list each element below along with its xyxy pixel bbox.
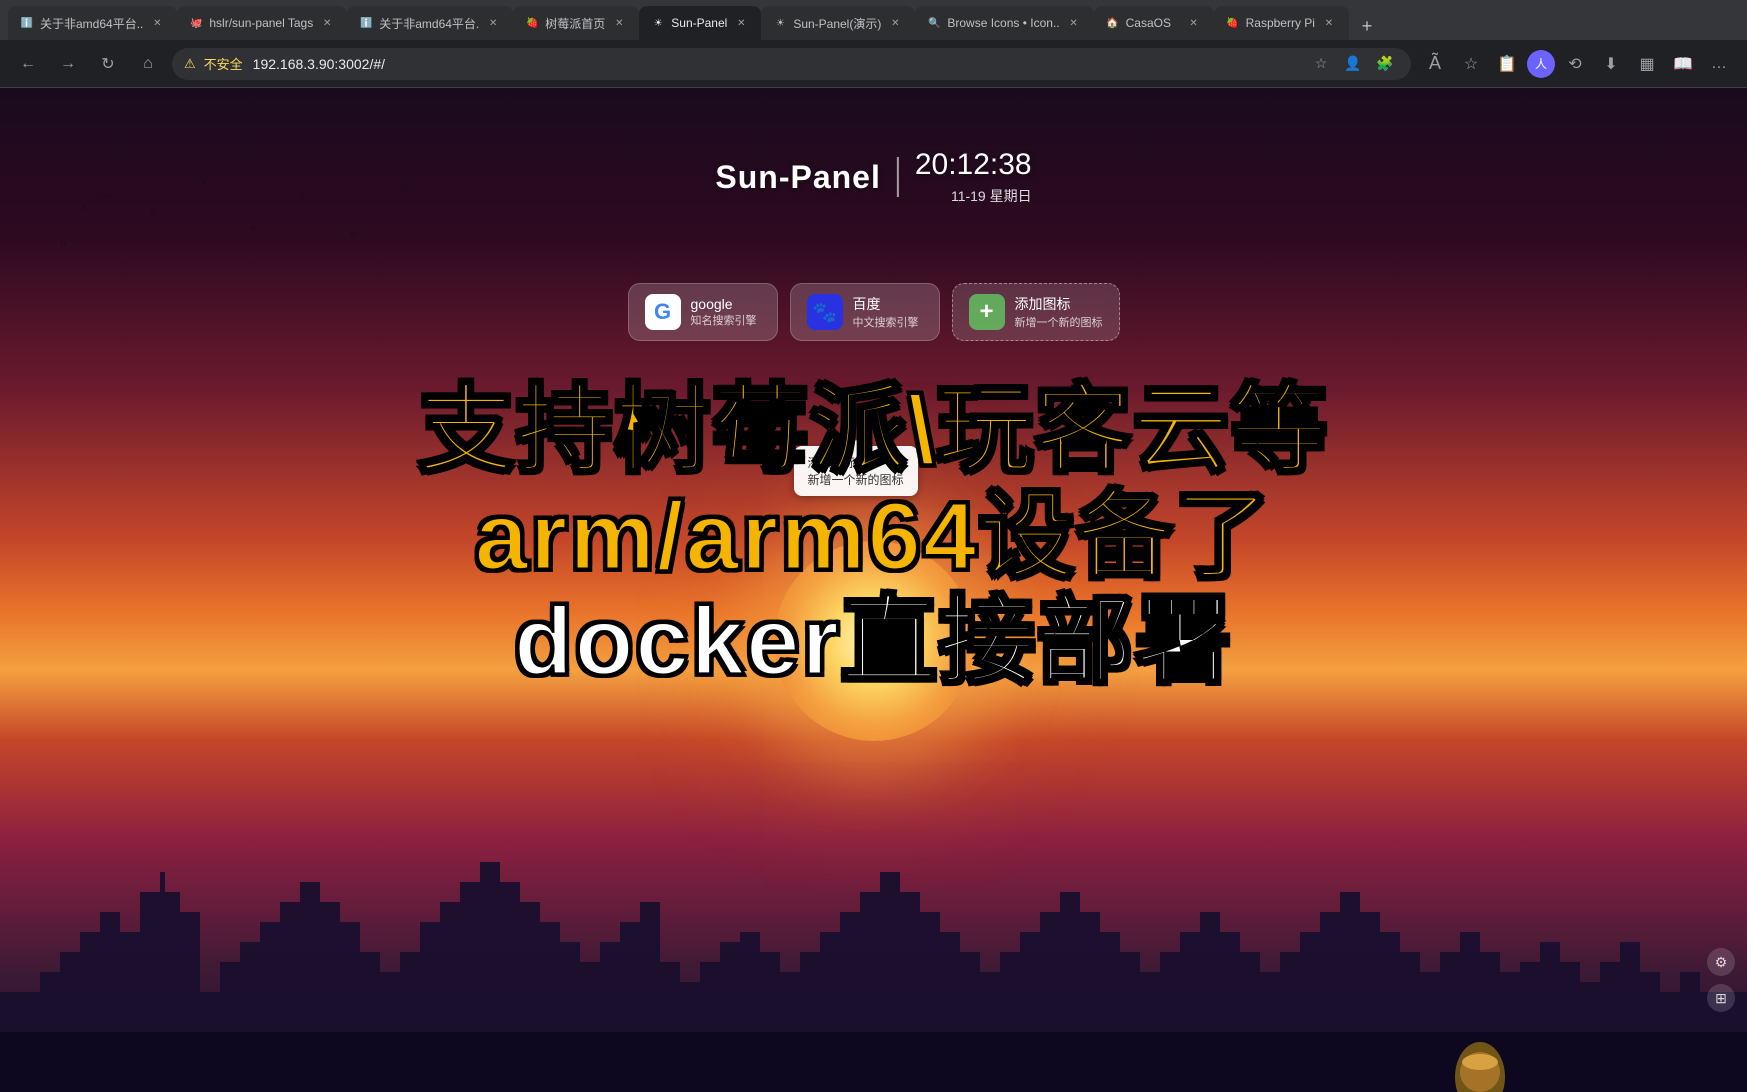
panel-time-block: 20:12:38 11-19 星期日	[915, 148, 1032, 206]
bookmark-star-icon[interactable]: ☆	[1307, 50, 1335, 78]
tab-6-label: Sun-Panel(演示)	[793, 15, 881, 32]
tab-3-label: 关于非amd64平台.	[379, 15, 479, 32]
app-card-add[interactable]: + 添加图标 新增一个新的图标	[952, 283, 1120, 341]
tab-5-favicon: ☀	[651, 16, 665, 30]
baidu-name: 百度	[853, 294, 919, 314]
tab-4[interactable]: 🍓 树莓派首页 ✕	[513, 6, 639, 40]
browser-frame: ℹ️ 关于非amd64平台.. ✕ 🐙 hslr/sun-panel Tags …	[0, 0, 1747, 1092]
baidu-paw-icon: 🐾	[812, 300, 837, 325]
tab-6-close[interactable]: ✕	[887, 15, 903, 31]
grid-icon[interactable]: ⊞	[1707, 984, 1735, 1012]
tab-8-favicon: 🏠	[1106, 16, 1120, 30]
overlay-line1: 支持树莓派\玩客云等	[40, 378, 1707, 484]
tab-9[interactable]: 🍓 Raspberry Pi ✕	[1214, 6, 1349, 40]
download-icon[interactable]: ⬇	[1595, 48, 1627, 80]
browser-content: 〜 ∪ ∧ ∪ ∧ ∧ ∪ ∧ ∪ ∧ Sun-Panel 20:12:38 1…	[0, 88, 1747, 1092]
reading-mode-icon[interactable]: 📖	[1667, 48, 1699, 80]
tab-2-label: hslr/sun-panel Tags	[209, 16, 313, 30]
panel-header: Sun-Panel 20:12:38 11-19 星期日	[715, 148, 1031, 206]
tab-8[interactable]: 🏠 CasaOS ✕	[1094, 6, 1214, 40]
tab-1-close[interactable]: ✕	[149, 15, 165, 31]
tab-2-close[interactable]: ✕	[319, 15, 335, 31]
app-card-baidu[interactable]: 🐾 百度 中文搜索引擎	[790, 283, 940, 341]
address-input-wrap[interactable]: ⚠ 不安全 192.168.3.90:3002/#/ ☆ 👤 🧩	[172, 48, 1411, 80]
tab-6[interactable]: ☀ Sun-Panel(演示) ✕	[761, 6, 915, 40]
tab-2-favicon: 🐙	[189, 16, 203, 30]
favorites-icon[interactable]: ☆	[1455, 48, 1487, 80]
app-icons-row: G google 知名搜索引擎 🐾 百度 中文搜索引擎	[628, 283, 1120, 341]
tab-7-label: Browse Icons • Icon..	[947, 16, 1059, 30]
tab-1-label: 关于非amd64平台..	[40, 15, 143, 32]
tab-5-active[interactable]: ☀ Sun-Panel ✕	[639, 6, 761, 40]
cityscape-silhouette	[0, 812, 1747, 1092]
forward-button[interactable]: →	[52, 48, 84, 80]
reload-button[interactable]: ↻	[92, 48, 124, 80]
tab-4-label: 树莓派首页	[545, 15, 605, 32]
collections-icon[interactable]: 📋	[1491, 48, 1523, 80]
address-right-icons: ☆ 👤 🧩	[1307, 50, 1399, 78]
google-desc: 知名搜索引擎	[691, 312, 757, 328]
tab-8-close[interactable]: ✕	[1186, 15, 1202, 31]
new-tab-button[interactable]: +	[1353, 12, 1381, 40]
settings-more-icon[interactable]: …	[1703, 48, 1735, 80]
baidu-info: 百度 中文搜索引擎	[853, 294, 919, 330]
settings-icon[interactable]: ⚙	[1707, 948, 1735, 976]
tab-5-close[interactable]: ✕	[733, 15, 749, 31]
tab-2[interactable]: 🐙 hslr/sun-panel Tags ✕	[177, 6, 347, 40]
security-warning-icon: ⚠	[184, 56, 196, 72]
panel-title: Sun-Panel	[715, 159, 880, 196]
history-icon[interactable]: ⟲	[1559, 48, 1591, 80]
tab-5-label: Sun-Panel	[671, 16, 727, 30]
tab-bar: ℹ️ 关于非amd64平台.. ✕ 🐙 hslr/sun-panel Tags …	[0, 0, 1747, 40]
tab-4-favicon: 🍓	[525, 16, 539, 30]
add-desc: 新增一个新的图标	[1015, 314, 1103, 330]
tab-8-label: CasaOS	[1126, 16, 1171, 30]
google-g-icon: G	[654, 299, 671, 325]
google-info: google 知名搜索引擎	[691, 296, 757, 328]
tab-1[interactable]: ℹ️ 关于非amd64平台.. ✕	[8, 6, 177, 40]
home-button[interactable]: ⌂	[132, 48, 164, 80]
panel-time: 20:12:38	[915, 148, 1032, 182]
address-text[interactable]: 192.168.3.90:3002/#/	[253, 56, 1299, 72]
sidebar-icon[interactable]: ▦	[1631, 48, 1663, 80]
tab-3-favicon: ℹ️	[359, 16, 373, 30]
panel-title-row: Sun-Panel 20:12:38 11-19 星期日	[715, 148, 1031, 206]
tab-7[interactable]: 🔍 Browse Icons • Icon.. ✕	[915, 6, 1093, 40]
add-info: 添加图标 新增一个新的图标	[1015, 294, 1103, 330]
security-label: 不安全	[204, 54, 243, 73]
tab-9-close[interactable]: ✕	[1321, 15, 1337, 31]
overlay-line3: docker直接部署	[40, 589, 1707, 695]
google-name: google	[691, 296, 757, 312]
toolbar-right: Ã ☆ 📋 人 ⟲ ⬇ ▦ 📖 …	[1419, 48, 1735, 80]
user-profile-icon[interactable]: 人	[1527, 50, 1555, 78]
bottom-right-icons: ⚙ ⊞	[1707, 948, 1735, 1012]
google-icon-wrap: G	[645, 294, 681, 330]
tab-4-close[interactable]: ✕	[611, 15, 627, 31]
panel-divider	[897, 157, 899, 197]
overlay-line2: arm/arm64设备了	[40, 484, 1707, 590]
tab-1-favicon: ℹ️	[20, 16, 34, 30]
overlay-text: 支持树莓派\玩客云等 arm/arm64设备了 docker直接部署	[0, 378, 1747, 695]
tab-7-close[interactable]: ✕	[1066, 15, 1082, 31]
back-button[interactable]: ←	[12, 48, 44, 80]
tab-3-close[interactable]: ✕	[485, 15, 501, 31]
add-name: 添加图标	[1015, 294, 1103, 314]
tab-7-favicon: 🔍	[927, 16, 941, 30]
tab-3[interactable]: ℹ️ 关于非amd64平台. ✕	[347, 6, 513, 40]
tab-9-favicon: 🍓	[1226, 16, 1240, 30]
add-plus-icon: +	[979, 298, 993, 326]
app-card-google[interactable]: G google 知名搜索引擎	[628, 283, 778, 341]
add-icon-wrap: +	[969, 294, 1005, 330]
extension-icon[interactable]: 🧩	[1371, 50, 1399, 78]
tab-9-label: Raspberry Pi	[1246, 16, 1315, 30]
tab-6-favicon: ☀	[773, 16, 787, 30]
address-bar: ← → ↻ ⌂ ⚠ 不安全 192.168.3.90:3002/#/ ☆ 👤 🧩…	[0, 40, 1747, 88]
baidu-icon-wrap: 🐾	[807, 294, 843, 330]
panel-date: 11-19 星期日	[915, 186, 1032, 206]
baidu-desc: 中文搜索引擎	[853, 314, 919, 330]
profile-icon[interactable]: 👤	[1339, 50, 1367, 78]
account-icon[interactable]: Ã	[1419, 48, 1451, 80]
